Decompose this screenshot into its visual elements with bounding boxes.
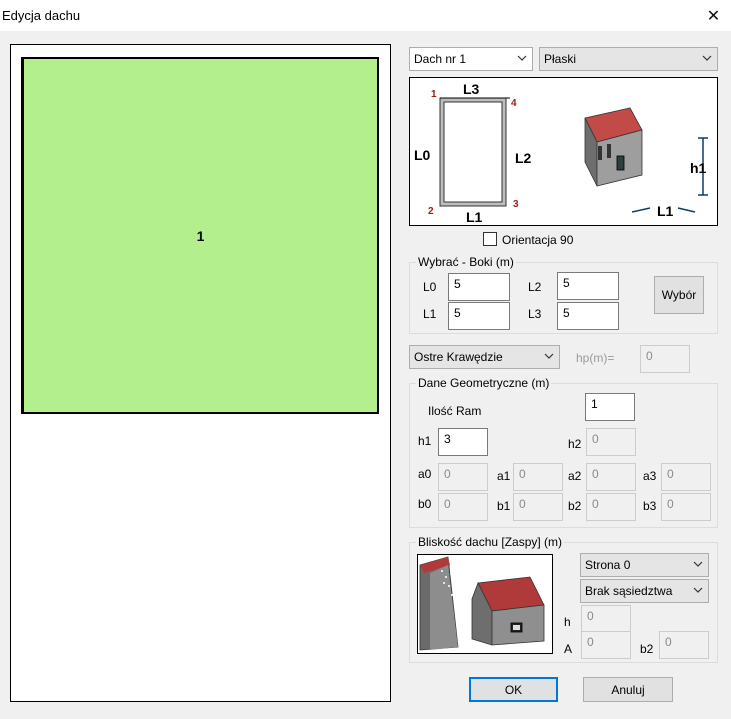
proximity-a-label: A [564, 642, 573, 656]
diagram-corner-3: 3 [513, 199, 519, 210]
neighbor-select[interactable]: Brak sąsiedztwa [580, 579, 709, 603]
diagram-l2-label: L2 [515, 150, 532, 166]
b1-input[interactable]: 0 [513, 493, 563, 521]
roof-outline[interactable]: 1 [21, 57, 379, 414]
l2-input[interactable]: 5 [557, 272, 619, 300]
chevron-down-icon [544, 353, 554, 359]
cancel-button[interactable]: Anuluj [583, 677, 673, 702]
title-bar [0, 0, 731, 31]
a3-input[interactable]: 0 [661, 463, 711, 491]
diagram-l1-3d-label: L1 [657, 203, 674, 219]
close-button[interactable]: ✕ [696, 0, 731, 31]
b0-label: b0 [418, 497, 432, 511]
l0-input[interactable]: 5 [448, 273, 510, 301]
frames-label: Ilość Ram [428, 404, 482, 418]
roof-select[interactable]: Dach nr 1 [409, 47, 533, 71]
h2-label: h2 [568, 437, 582, 451]
l0-label: L0 [423, 280, 437, 294]
diagram-l1-label: L1 [466, 209, 483, 225]
roof-type-value: Płaski [544, 52, 577, 66]
l3-input[interactable]: 5 [557, 302, 619, 330]
b3-input[interactable]: 0 [661, 493, 711, 521]
hp-input[interactable]: 0 [640, 345, 690, 373]
l3-label: L3 [528, 307, 542, 321]
roof-type-select[interactable]: Płaski [539, 47, 718, 71]
a3-label: a3 [643, 469, 657, 483]
a2-label: a2 [568, 469, 582, 483]
edges-select[interactable]: Ostre Krawędzie [409, 345, 560, 369]
side-select[interactable]: Strona 0 [580, 553, 709, 577]
a0-input[interactable]: 0 [438, 463, 488, 491]
h2-input[interactable]: 0 [586, 428, 636, 456]
proximity-h-input[interactable]: 0 [581, 605, 631, 633]
diagram-corner-1: 1 [431, 89, 437, 100]
chevron-down-icon [517, 55, 527, 61]
b1-label: b1 [497, 499, 511, 513]
sides-group-legend: Wybrać - Boki (m) [416, 255, 516, 269]
frames-input[interactable]: 1 [585, 393, 635, 421]
orientation-checkbox[interactable] [483, 232, 497, 246]
hp-label: hp(m)= [576, 351, 615, 365]
ok-button[interactable]: OK [469, 677, 558, 702]
close-icon: ✕ [706, 7, 721, 25]
window-title: Edycja dachu [2, 8, 81, 23]
geometry-group-legend: Dane Geometryczne (m) [416, 376, 552, 390]
edges-select-value: Ostre Krawędzie [414, 350, 503, 364]
a1-input[interactable]: 0 [513, 463, 563, 491]
a2-input[interactable]: 0 [586, 463, 636, 491]
snowdrift-illustration [419, 556, 545, 651]
a1-label: a1 [497, 469, 511, 483]
proximity-group-legend: Bliskość dachu [Zaspy] (m) [416, 535, 565, 549]
proximity-h-label: h [564, 615, 571, 629]
diagram-corner-2: 2 [428, 206, 434, 217]
chevron-down-icon [693, 587, 703, 593]
proximity-a-input[interactable]: 0 [581, 631, 631, 659]
orientation-label: Orientacja 90 [502, 233, 574, 247]
neighbor-select-value: Brak sąsiedztwa [585, 584, 673, 598]
chevron-down-icon [702, 55, 712, 61]
b2-input[interactable]: 0 [586, 493, 636, 521]
diagram-l0-label: L0 [414, 147, 431, 163]
l2-label: L2 [528, 280, 542, 294]
b2-label: b2 [568, 499, 582, 513]
h1-label: h1 [418, 434, 432, 448]
side-select-value: Strona 0 [585, 558, 631, 572]
snowdrift-diagram [417, 554, 553, 654]
diagram-corner-4: 4 [511, 98, 517, 109]
select-sides-button[interactable]: Wybór [654, 276, 704, 314]
a0-label: a0 [418, 467, 432, 481]
b0-input[interactable]: 0 [438, 493, 488, 521]
chevron-down-icon [693, 561, 703, 567]
h1-input[interactable]: 3 [438, 428, 488, 456]
roof-select-value: Dach nr 1 [414, 52, 467, 66]
l1-label: L1 [423, 307, 437, 321]
diagram-l3-label: L3 [463, 81, 480, 97]
l1-input[interactable]: 5 [448, 302, 510, 330]
b3-label: b3 [643, 499, 657, 513]
proximity-b2-input[interactable]: 0 [659, 631, 709, 659]
roof-number-label: 1 [196, 227, 205, 244]
diagram-h1-label: h1 [690, 160, 707, 176]
proximity-b2-label: b2 [640, 642, 654, 656]
